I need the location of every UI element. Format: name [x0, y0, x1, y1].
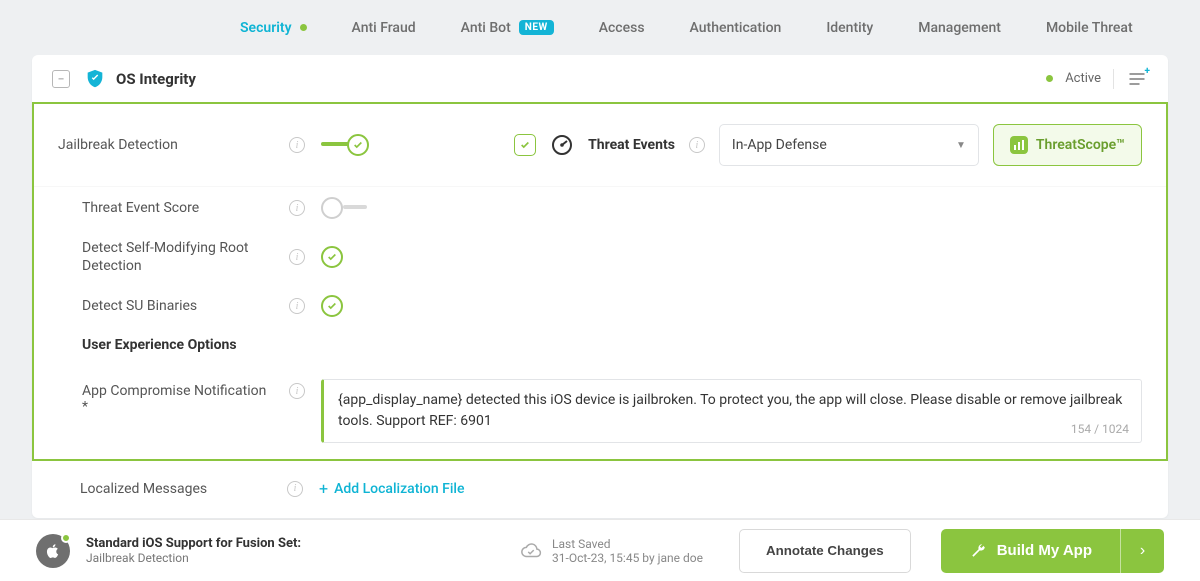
label-app-notification: App Compromise Notification * — [58, 379, 273, 415]
tab-anti-bot[interactable]: Anti Bot NEW — [461, 20, 554, 36]
row-localized: Localized Messages i + Add Localization … — [32, 461, 1168, 518]
footer-subtitle: Jailbreak Detection — [86, 551, 301, 565]
platform-badge — [36, 534, 70, 568]
tab-mobile-threat[interactable]: Mobile Threat — [1046, 20, 1133, 36]
defense-select[interactable]: In-App Defense ▼ — [719, 124, 979, 166]
check-self-mod[interactable] — [321, 246, 343, 268]
threatscope-icon — [1010, 136, 1028, 154]
panel-title: OS Integrity — [116, 70, 196, 88]
info-icon[interactable]: i — [689, 137, 705, 153]
annotate-button[interactable]: Annotate Changes — [739, 529, 911, 573]
status-text: Active — [1065, 71, 1101, 86]
status-dot-icon — [300, 24, 307, 31]
speedometer-icon — [550, 133, 574, 157]
footer-bar: Standard iOS Support for Fusion Set: Jai… — [0, 519, 1200, 581]
ux-heading: User Experience Options — [58, 337, 237, 353]
row-jailbreak: Jailbreak Detection i Threat Events i In… — [34, 104, 1166, 187]
toggle-jailbreak[interactable] — [321, 134, 369, 156]
info-icon[interactable]: i — [289, 249, 305, 265]
wrench-icon — [969, 542, 987, 560]
row-threat-score: Threat Event Score i — [34, 187, 1166, 229]
label-self-mod: Detect Self-Modifying Root Detection — [58, 239, 273, 275]
label-threat-score: Threat Event Score — [58, 200, 273, 216]
add-localization-button[interactable]: + Add Localization File — [319, 479, 465, 498]
status-dot-icon — [61, 533, 71, 543]
notification-textarea[interactable]: {app_display_name} detected this iOS dev… — [321, 379, 1142, 443]
tab-identity[interactable]: Identity — [826, 20, 873, 36]
label-su-binaries: Detect SU Binaries — [58, 298, 273, 314]
panel-header: − OS Integrity Active + — [32, 55, 1168, 103]
threat-events-label: Threat Events — [588, 137, 675, 153]
info-icon[interactable]: i — [289, 383, 305, 399]
last-saved-value: 31-Oct-23, 15:45 by jane doe — [552, 551, 703, 565]
tab-label: Security — [240, 20, 292, 36]
tab-management[interactable]: Management — [918, 20, 1001, 36]
tab-security[interactable]: Security — [240, 20, 307, 36]
footer-left-text: Standard iOS Support for Fusion Set: Jai… — [86, 536, 301, 565]
check-su-binaries[interactable] — [321, 295, 343, 317]
last-saved: Last Saved 31-Oct-23, 15:45 by jane doe — [520, 537, 703, 565]
top-nav: Security Anti Fraud Anti Bot NEW Access … — [0, 0, 1200, 55]
build-next-button[interactable]: › — [1120, 529, 1164, 573]
collapse-button[interactable]: − — [52, 70, 70, 88]
footer-title: Standard iOS Support for Fusion Set: — [86, 536, 301, 551]
chevron-right-icon: › — [1140, 542, 1145, 560]
shield-icon — [84, 68, 106, 90]
row-ux-heading: User Experience Options — [34, 327, 1166, 363]
tab-anti-fraud[interactable]: Anti Fraud — [352, 20, 416, 36]
row-app-notification: App Compromise Notification * i {app_dis… — [34, 363, 1166, 459]
apple-icon — [44, 542, 62, 560]
last-saved-label: Last Saved — [552, 537, 703, 551]
threatscope-button[interactable]: ThreatScope™ — [993, 124, 1142, 166]
plus-icon: + — [319, 479, 328, 498]
new-badge: NEW — [519, 20, 554, 35]
settings-add-icon[interactable]: + — [1126, 68, 1148, 90]
status-dot-icon — [1046, 75, 1053, 82]
cloud-check-icon — [520, 540, 542, 562]
os-integrity-panel: − OS Integrity Active + Jailbreak Detect… — [32, 55, 1168, 518]
toggle-threat-score[interactable] — [321, 197, 369, 219]
info-icon[interactable]: i — [287, 481, 303, 497]
info-icon[interactable]: i — [289, 200, 305, 216]
notification-text: {app_display_name} detected this iOS dev… — [338, 390, 1127, 432]
info-icon[interactable]: i — [289, 298, 305, 314]
row-su-binaries: Detect SU Binaries i — [34, 285, 1166, 327]
info-icon[interactable]: i — [289, 137, 305, 153]
select-value: In-App Defense — [732, 137, 827, 153]
label-jailbreak: Jailbreak Detection — [58, 137, 273, 153]
tab-access[interactable]: Access — [599, 20, 645, 36]
tab-authentication[interactable]: Authentication — [690, 20, 782, 36]
divider — [1113, 69, 1114, 89]
label-localized: Localized Messages — [56, 481, 271, 497]
char-count: 154 / 1024 — [1071, 422, 1129, 436]
row-self-mod: Detect Self-Modifying Root Detection i — [34, 229, 1166, 285]
build-button[interactable]: Build My App — [941, 529, 1120, 573]
threat-events-checkbox[interactable] — [514, 134, 536, 156]
chevron-down-icon: ▼ — [956, 140, 966, 151]
panel-body: Jailbreak Detection i Threat Events i In… — [32, 102, 1168, 461]
